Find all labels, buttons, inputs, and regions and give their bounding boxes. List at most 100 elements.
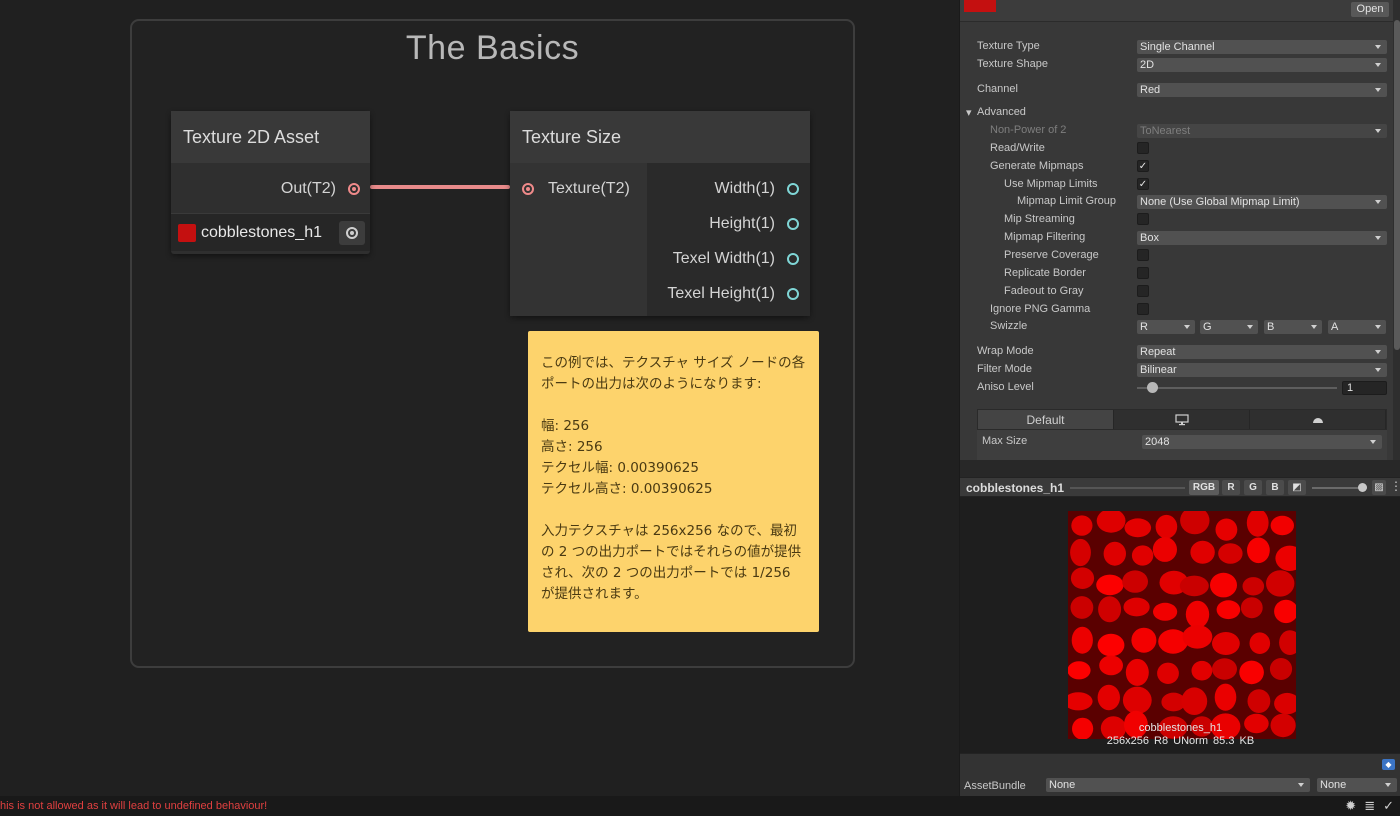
channel-g-button[interactable]: G — [1244, 480, 1262, 495]
mipmap-limit-group-dropdown[interactable]: None (Use Global Mipmap Limit) — [1137, 195, 1387, 209]
aniso-slider-handle[interactable] — [1147, 382, 1158, 393]
preview-title: cobblestones_h1 — [966, 481, 1065, 495]
connection-edge[interactable] — [370, 185, 510, 189]
field-label: Wrap Mode — [977, 345, 1034, 357]
node-title[interactable]: Texture 2D Asset — [171, 111, 370, 163]
sticky-note[interactable]: この例では、テクスチャ サイズ ノードの各ポートの出力は次のようになります: 幅… — [528, 331, 819, 632]
preview-drag-handle[interactable] — [1070, 487, 1185, 489]
max-size-dropdown[interactable]: 2048 — [1142, 435, 1382, 449]
port-connector-icon[interactable] — [787, 252, 799, 265]
output-port-texel-width[interactable]: Texel Width(1) — [647, 241, 810, 276]
port-connector-icon[interactable] — [348, 182, 360, 195]
field-label: Texture Type — [977, 40, 1040, 52]
field-label: Fadeout to Gray — [1004, 285, 1084, 297]
mipmap-limit-group-row: Mipmap Limit Group None (Use Global Mipm… — [960, 193, 1400, 211]
channel-r-button[interactable]: R — [1222, 480, 1240, 495]
inspector-scrollbar[interactable] — [1393, 0, 1400, 460]
input-port-texture[interactable]: Texture(T2) — [510, 171, 647, 206]
texture-shape-row: Texture Shape 2D — [960, 56, 1400, 74]
swizzle-a-dropdown[interactable]: A — [1328, 320, 1386, 334]
port-label: Texel Width(1) — [672, 249, 775, 267]
port-label: Height(1) — [709, 214, 775, 232]
swizzle-r-dropdown[interactable]: R — [1137, 320, 1195, 334]
alpha-toggle-icon[interactable]: ◩ — [1288, 480, 1306, 495]
field-label: Preserve Coverage — [1004, 249, 1099, 261]
use-mipmap-limits-checkbox[interactable]: ✓ — [1137, 178, 1149, 190]
console-error-message[interactable]: his is not allowed as it will lead to un… — [0, 800, 267, 812]
checker-icon[interactable]: ▨ — [1372, 480, 1386, 495]
output-port-width[interactable]: Width(1) — [647, 171, 810, 206]
object-picker-button[interactable] — [339, 221, 365, 245]
aniso-level-input[interactable]: 1 — [1342, 381, 1387, 395]
foldout-arrow-icon[interactable]: ▾ — [966, 106, 972, 119]
texture-type-dropdown[interactable]: Single Channel — [1137, 40, 1387, 54]
mip-level-handle[interactable] — [1358, 483, 1367, 492]
field-label: Mipmap Filtering — [1004, 231, 1086, 243]
port-label: Texture(T2) — [548, 179, 630, 197]
filter-mode-dropdown[interactable]: Bilinear — [1137, 363, 1387, 377]
field-label: Mip Streaming — [1004, 213, 1075, 225]
output-port-texel-height[interactable]: Texel Height(1) — [647, 276, 810, 311]
output-port-out[interactable]: Out(T2) — [171, 171, 370, 206]
generate-mipmaps-row: Generate Mipmaps ✓ — [960, 158, 1400, 176]
aniso-slider-track[interactable] — [1137, 387, 1337, 389]
tab-android[interactable] — [1250, 410, 1386, 429]
port-label: Width(1) — [714, 179, 775, 197]
port-connector-icon[interactable] — [787, 182, 799, 195]
note-line: 幅: 256 — [541, 418, 590, 434]
asset-bundle-label: AssetBundle — [964, 780, 1026, 792]
node-title[interactable]: Texture Size — [510, 111, 810, 163]
channel-dropdown[interactable]: Red — [1137, 83, 1387, 97]
port-connector-icon[interactable] — [787, 217, 799, 230]
ignore-png-gamma-checkbox[interactable] — [1137, 303, 1149, 315]
channel-b-button[interactable]: B — [1266, 480, 1284, 495]
swizzle-row: Swizzle R G B A — [960, 318, 1400, 336]
stack-icon[interactable]: ≣ — [1364, 798, 1375, 814]
label-tag-icon[interactable]: ◆ — [1382, 759, 1395, 770]
channel-rgb-button[interactable]: RGB — [1189, 480, 1219, 495]
port-connector-icon[interactable] — [787, 287, 799, 300]
fadeout-to-gray-checkbox[interactable] — [1137, 285, 1149, 297]
swizzle-b-dropdown[interactable]: B — [1264, 320, 1322, 334]
texture-shape-dropdown[interactable]: 2D — [1137, 58, 1387, 72]
note-line: テクセル高さ: 0.00390625 — [541, 481, 713, 497]
editor-window: The Basics Texture 2D Asset Out(T2) cobb… — [0, 0, 1400, 816]
open-button[interactable]: Open — [1351, 2, 1389, 17]
port-label: Texel Height(1) — [667, 284, 775, 302]
preserve-coverage-checkbox[interactable] — [1137, 249, 1149, 261]
field-label: Aniso Level — [977, 381, 1034, 393]
mipmap-filtering-dropdown[interactable]: Box — [1137, 231, 1387, 245]
replicate-border-checkbox[interactable] — [1137, 267, 1149, 279]
output-port-height[interactable]: Height(1) — [647, 206, 810, 241]
texture-2d-asset-node[interactable]: Texture 2D Asset Out(T2) cobblestones_h1 — [171, 111, 370, 254]
preview-toolbar: cobblestones_h1 RGB R G B ◩ ▨ ⋮ — [960, 477, 1400, 497]
scrollbar-thumb[interactable] — [1394, 20, 1400, 350]
tab-standalone[interactable] — [1114, 410, 1250, 429]
port-connector-icon[interactable] — [522, 182, 534, 195]
wrap-mode-dropdown[interactable]: Repeat — [1137, 345, 1387, 359]
shader-graph-canvas[interactable]: The Basics Texture 2D Asset Out(T2) cobb… — [0, 0, 959, 796]
advanced-foldout[interactable]: ▾ Advanced — [960, 104, 1400, 122]
target-icon — [346, 227, 358, 239]
texture-object-field[interactable]: cobblestones_h1 — [171, 213, 370, 251]
field-label: Read/Write — [990, 142, 1045, 154]
read-write-checkbox[interactable] — [1137, 142, 1149, 154]
asset-bundle-dropdown[interactable]: None — [1046, 778, 1310, 792]
note-line: テクセル幅: 0.00390625 — [541, 460, 699, 476]
texture-preview[interactable]: cobblestones_h1 256x256 R8 UNorm 85.3 KB — [960, 497, 1400, 753]
tab-default[interactable]: Default — [978, 410, 1114, 429]
swizzle-g-dropdown[interactable]: G — [1200, 320, 1258, 334]
asset-bundle-variant-dropdown[interactable]: None — [1317, 778, 1397, 792]
field-label[interactable]: Advanced — [977, 106, 1026, 118]
note-line: 高さ: 256 — [541, 439, 603, 455]
debug-bug-icon[interactable]: ✹ — [1345, 798, 1356, 814]
group-title[interactable]: The Basics — [132, 29, 853, 68]
generate-mipmaps-checkbox[interactable]: ✓ — [1137, 160, 1149, 172]
more-options-icon[interactable]: ⋮ — [1390, 479, 1400, 493]
mip-streaming-checkbox[interactable] — [1137, 213, 1149, 225]
check-circle-icon[interactable]: ✓ — [1383, 798, 1394, 814]
mipmap-filtering-row: Mipmap Filtering Box — [960, 229, 1400, 247]
texture-size-node[interactable]: Texture Size Texture(T2) Width(1) Height… — [510, 111, 810, 316]
field-label: Max Size — [982, 435, 1028, 447]
texture-preview-image — [1068, 511, 1296, 739]
